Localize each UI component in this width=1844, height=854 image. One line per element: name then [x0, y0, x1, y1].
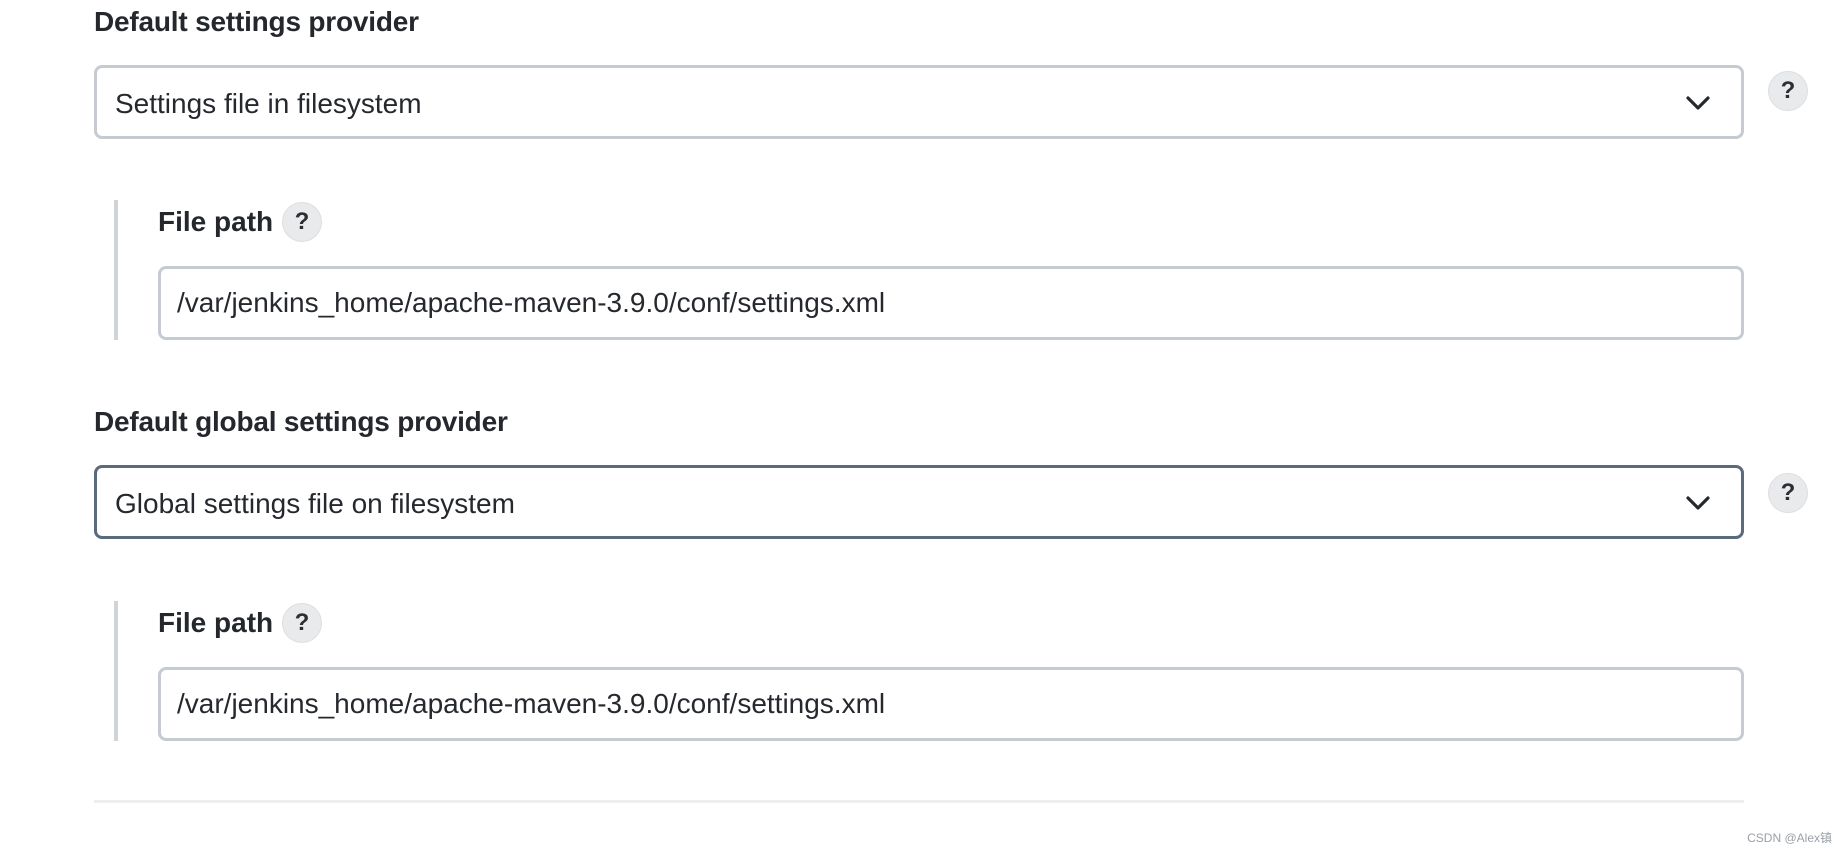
settings-file-path-help-icon[interactable]: ? [282, 202, 322, 242]
settings-file-path-input[interactable] [158, 266, 1744, 340]
chevron-down-icon [1686, 96, 1710, 110]
global-settings-file-path-input[interactable] [158, 667, 1744, 741]
global-settings-file-path-label: File path [158, 607, 274, 638]
settings-provider-selected-value: Settings file in filesystem [115, 88, 422, 119]
global-settings-provider-help-icon[interactable]: ? [1768, 473, 1808, 513]
chevron-down-icon [1686, 496, 1710, 510]
settings-provider-label: Default settings provider [94, 6, 419, 37]
settings-file-path-label: File path [158, 206, 274, 237]
global-settings-provider-selected-value: Global settings file on filesystem [115, 488, 515, 519]
settings-provider-nested-bar [114, 200, 118, 340]
global-settings-provider-nested-bar [114, 601, 118, 741]
global-settings-file-path-help-icon[interactable]: ? [282, 603, 322, 643]
settings-provider-select[interactable]: Settings file in filesystem [94, 65, 1744, 139]
settings-provider-help-icon[interactable]: ? [1768, 71, 1808, 111]
section-divider [94, 800, 1744, 803]
global-settings-provider-label: Default global settings provider [94, 406, 508, 437]
watermark: CSDN @Alex镇 [1747, 831, 1832, 845]
global-settings-provider-select[interactable]: Global settings file on filesystem [94, 465, 1744, 539]
